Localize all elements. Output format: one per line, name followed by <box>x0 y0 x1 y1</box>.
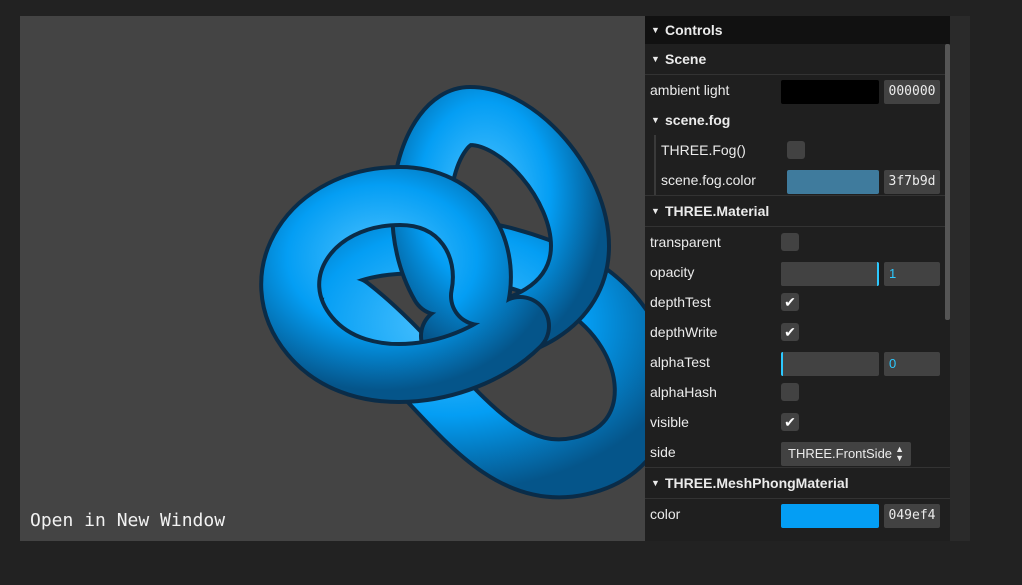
folder-material-label: THREE.Material <box>665 203 770 219</box>
depth-write-row: depthWrite ✔ <box>645 317 950 347</box>
alpha-test-slider-fill <box>781 352 783 376</box>
folder-phong-material[interactable]: ▼ THREE.MeshPhongMaterial <box>645 467 950 499</box>
opacity-number-input[interactable]: 1 <box>884 262 940 286</box>
fog-color-row: scene.fog.color 3f7b9d <box>656 165 950 195</box>
visible-label: visible <box>650 414 689 430</box>
alpha-test-number-input[interactable]: 0 <box>884 352 940 376</box>
chevron-down-icon: ▼ <box>651 25 660 35</box>
phong-color-swatch[interactable] <box>781 504 879 528</box>
folder-scene-label: Scene <box>665 51 707 67</box>
phong-color-hex-input[interactable]: 049ef4 <box>884 504 940 528</box>
alpha-test-slider[interactable] <box>781 352 879 376</box>
fog-enabled-checkbox[interactable] <box>787 141 805 159</box>
chevron-down-icon: ▼ <box>651 206 660 216</box>
select-updown-icon: ▲ ▼ <box>895 444 904 463</box>
fog-color-hex-input[interactable]: 3f7b9d <box>884 170 940 194</box>
alpha-test-label: alphaTest <box>650 354 710 370</box>
controls-title-label: Controls <box>665 22 723 38</box>
scene-fog-children: THREE.Fog() scene.fog.color 3f7b9d <box>654 135 950 195</box>
folder-phong-material-label: THREE.MeshPhongMaterial <box>665 475 849 491</box>
chevron-down-icon: ▼ <box>651 54 660 64</box>
visible-row: visible ✔ <box>645 407 950 437</box>
transparent-label: transparent <box>650 234 721 250</box>
alpha-hash-label: alphaHash <box>650 384 717 400</box>
folder-material[interactable]: ▼ THREE.Material <box>645 195 950 227</box>
alpha-hash-row: alphaHash <box>645 377 950 407</box>
side-label: side <box>650 444 676 460</box>
opacity-slider-fill <box>781 262 879 286</box>
chevron-down-icon: ▼ <box>651 115 660 125</box>
chevron-down-icon: ▼ <box>651 478 660 488</box>
controls-panel: ▼ Controls ▼ Scene ambient light 000000 … <box>645 16 950 541</box>
depth-test-label: depthTest <box>650 294 711 310</box>
phong-color-row: color 049ef4 <box>645 499 950 529</box>
side-row: side THREE.FrontSide ▲ ▼ <box>645 437 950 467</box>
depth-test-row: depthTest ✔ <box>645 287 950 317</box>
fog-color-label: scene.fog.color <box>661 172 756 188</box>
alpha-test-row: alphaTest 0 <box>645 347 950 377</box>
opacity-slider[interactable] <box>781 262 879 286</box>
side-select-value: THREE.FrontSide <box>788 446 893 461</box>
ambient-light-label: ambient light <box>650 82 730 98</box>
alpha-hash-checkbox[interactable] <box>781 383 799 401</box>
scrollbar-thumb[interactable] <box>945 44 950 320</box>
torus-knot-mesh <box>259 85 645 500</box>
opacity-label: opacity <box>650 264 695 280</box>
side-select[interactable]: THREE.FrontSide ▲ ▼ <box>781 442 911 466</box>
ambient-light-row: ambient light 000000 <box>645 75 950 105</box>
depth-test-checkbox[interactable]: ✔ <box>781 293 799 311</box>
folder-scene-fog-label: scene.fog <box>665 112 731 128</box>
ambient-light-color-swatch[interactable] <box>781 80 879 104</box>
transparent-checkbox[interactable] <box>781 233 799 251</box>
folder-scene-fog[interactable]: ▼ scene.fog <box>645 105 950 135</box>
folder-scene[interactable]: ▼ Scene <box>645 44 950 75</box>
controls-title[interactable]: ▼ Controls <box>645 16 950 44</box>
depth-write-label: depthWrite <box>650 324 718 340</box>
open-in-new-window-link[interactable]: Open in New Window <box>30 510 225 531</box>
visible-checkbox[interactable]: ✔ <box>781 413 799 431</box>
opacity-row: opacity 1 <box>645 257 950 287</box>
fog-type-row: THREE.Fog() <box>656 135 950 165</box>
depth-write-checkbox[interactable]: ✔ <box>781 323 799 341</box>
fog-color-swatch[interactable] <box>787 170 879 194</box>
scrollbar-track[interactable] <box>950 16 970 541</box>
render-viewport[interactable]: Open in New Window <box>20 16 645 541</box>
fog-type-label: THREE.Fog() <box>661 142 746 158</box>
phong-color-label: color <box>650 506 681 522</box>
transparent-row: transparent <box>645 227 950 257</box>
ambient-light-hex-input[interactable]: 000000 <box>884 80 940 104</box>
